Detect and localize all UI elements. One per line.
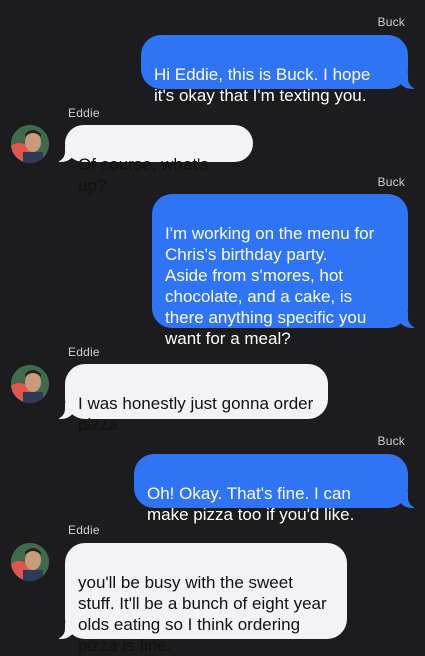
sender-label: Eddie — [68, 106, 100, 120]
sender-label: Eddie — [68, 345, 100, 359]
message-text: I was honestly just gonna order pizza. — [78, 394, 314, 434]
outgoing-message-bubble[interactable]: Oh! Okay. That's fine. I can make pizza … — [134, 454, 420, 524]
sender-label: Eddie — [68, 523, 100, 537]
sender-label: Buck — [377, 175, 405, 189]
message-text: you'll be busy with the sweet stuff. It'… — [78, 573, 327, 655]
message-text: Hi Eddie, this is Buck. I hope it's okay… — [154, 65, 371, 105]
sender-label: Buck — [377, 434, 405, 448]
contact-photo-icon[interactable] — [11, 125, 49, 163]
message-thread: Buck Hi Eddie, this is Buck. I hope it's… — [0, 0, 425, 655]
incoming-message-bubble[interactable]: Of course, what's up? — [53, 125, 253, 195]
contact-photo-icon[interactable] — [11, 365, 49, 403]
contact-photo-icon[interactable] — [11, 543, 49, 581]
message-text: I'm working on the menu for Chris's birt… — [165, 224, 375, 348]
outgoing-message-bubble[interactable]: I'm working on the menu for Chris's birt… — [152, 194, 420, 348]
sender-label: Buck — [377, 15, 405, 29]
message-text: Oh! Okay. That's fine. I can make pizza … — [147, 484, 355, 524]
outgoing-message-bubble[interactable]: Hi Eddie, this is Buck. I hope it's okay… — [141, 35, 420, 105]
message-text: Of course, what's up? — [78, 155, 209, 195]
incoming-message-bubble[interactable]: you'll be busy with the sweet stuff. It'… — [53, 543, 347, 655]
incoming-message-bubble[interactable]: I was honestly just gonna order pizza. — [53, 364, 328, 434]
